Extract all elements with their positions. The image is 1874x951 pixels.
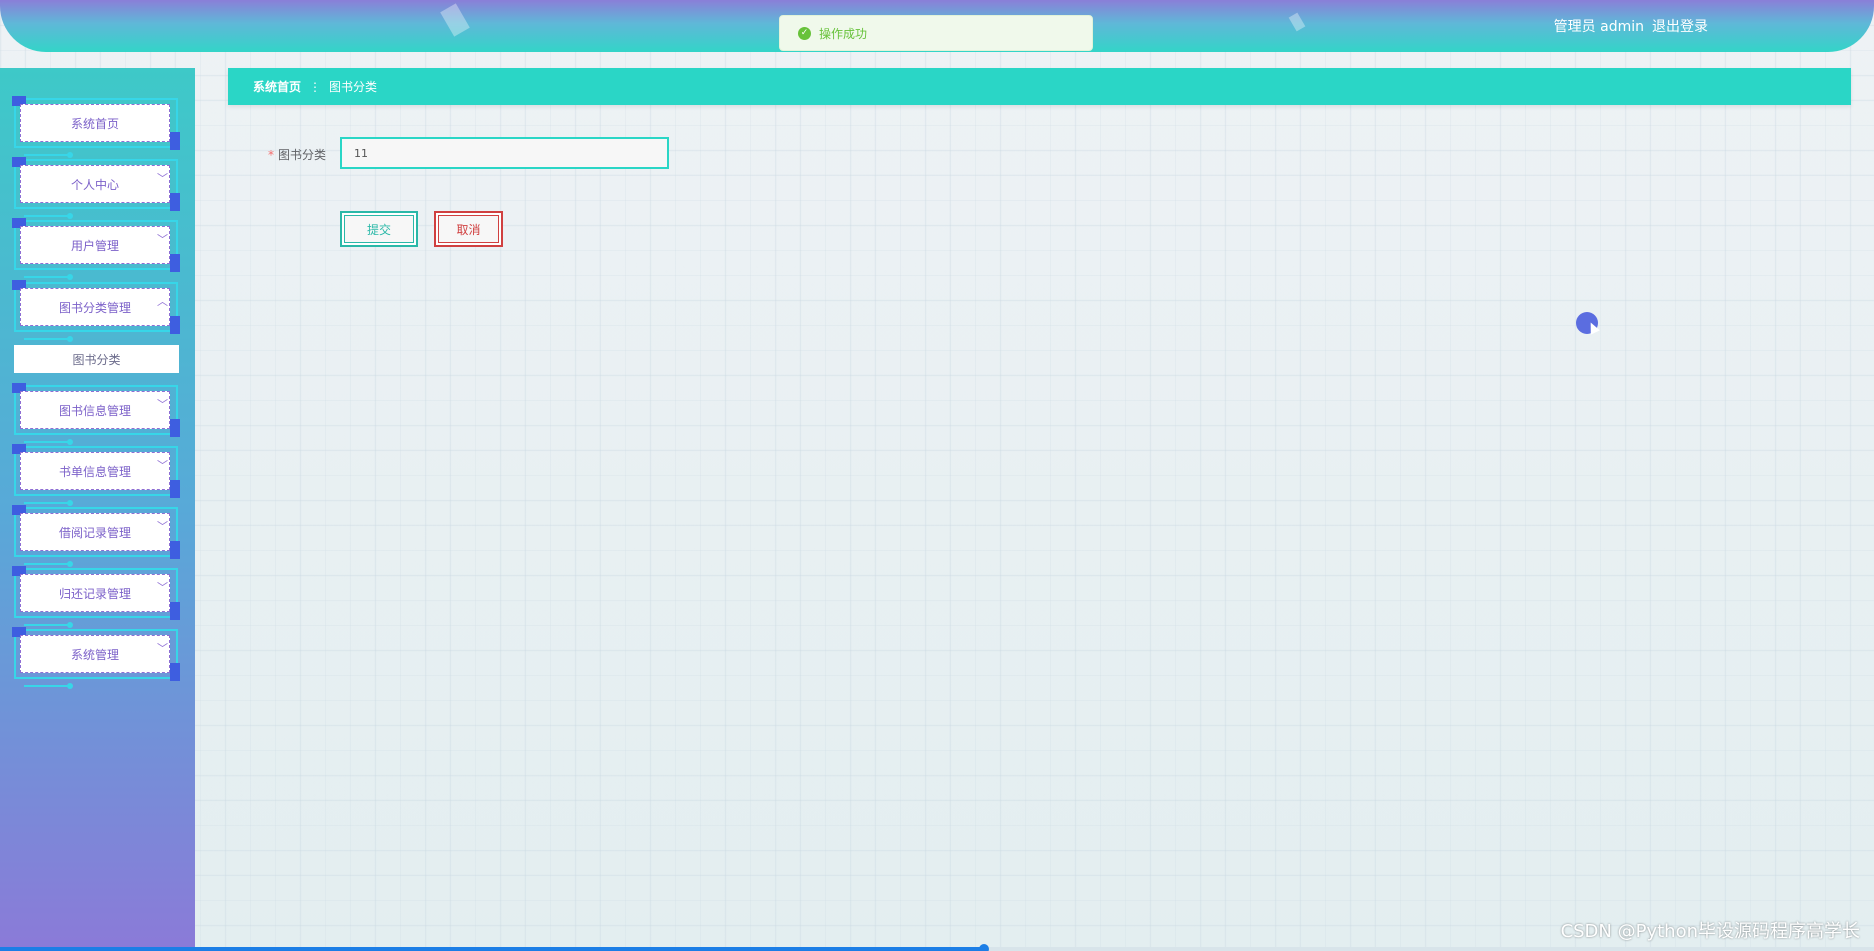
sidebar-item-label: 个人中心: [70, 177, 119, 192]
logout-link[interactable]: 退出登录: [1652, 16, 1708, 36]
sidebar-item-profile[interactable]: 个人中心 ﹀: [12, 157, 180, 219]
sidebar-item-users[interactable]: 用户管理 ﹀: [12, 218, 180, 280]
sidebar-item-label: 图书信息管理: [58, 403, 131, 418]
sidebar-item-borrow-records[interactable]: 借阅记录管理 ﹀: [12, 505, 180, 567]
sidebar-item-system-mgmt[interactable]: 系统管理 ﹀: [12, 627, 180, 689]
header-decoration: [1288, 12, 1306, 32]
sidebar-subitem-book-category[interactable]: 图书分类: [14, 345, 179, 373]
page-progress-bar: [0, 947, 984, 951]
chevron-down-icon: ﹀: [157, 459, 168, 472]
breadcrumb: 系统首页 ⋮ 图书分类: [228, 68, 1851, 105]
user-area: 管理员 admin 退出登录: [1554, 16, 1708, 36]
sidebar-item-book-info-mgmt[interactable]: 图书信息管理 ﹀: [12, 383, 180, 445]
chevron-down-icon: ﹀: [157, 398, 168, 411]
chevron-down-icon: ﹀: [157, 520, 168, 533]
chevron-down-icon: ﹀: [157, 581, 168, 594]
sidebar-item-return-records[interactable]: 归还记录管理 ﹀: [12, 566, 180, 628]
sidebar-item-label: 用户管理: [70, 238, 119, 253]
sidebar-item-label: 系统首页: [70, 116, 119, 131]
sidebar-item-label: 书单信息管理: [58, 464, 131, 479]
header-decoration: [440, 3, 470, 37]
current-user-label: 管理员 admin: [1553, 19, 1644, 35]
submit-button[interactable]: 提交: [340, 211, 418, 247]
sidebar-item-home[interactable]: 系统首页: [12, 96, 180, 158]
sidebar-item-label: 借阅记录管理: [58, 525, 131, 540]
cancel-button[interactable]: 取消: [434, 211, 503, 247]
toast-message: 操作成功: [819, 26, 868, 41]
sidebar-item-label: 图书分类管理: [58, 300, 131, 315]
breadcrumb-current: 图书分类: [329, 80, 378, 94]
breadcrumb-home[interactable]: 系统首页: [253, 78, 301, 95]
breadcrumb-separator: ⋮: [309, 79, 322, 94]
chevron-down-icon: ﹀: [157, 172, 168, 185]
watermark: CSDN @Python毕设源码程序高学长: [1560, 921, 1860, 942]
required-mark: *: [268, 148, 274, 162]
book-category-label-text: 图书分类: [278, 148, 327, 162]
chevron-down-icon: ﹀: [157, 642, 168, 655]
chevron-up-icon: ︿: [157, 295, 168, 308]
page-progress-knob[interactable]: [978, 944, 989, 951]
check-circle-icon: ✓: [798, 26, 811, 40]
sidebar-item-label: 系统管理: [70, 647, 119, 662]
success-toast: ✓ 操作成功: [779, 15, 1093, 51]
sidebar-item-book-category-mgmt[interactable]: 图书分类管理 ︿: [12, 280, 180, 342]
chevron-down-icon: ﹀: [157, 233, 168, 246]
sidebar-item-label: 归还记录管理: [58, 586, 131, 601]
book-category-input[interactable]: [340, 137, 669, 169]
sidebar-item-booklist-mgmt[interactable]: 书单信息管理 ﹀: [12, 444, 180, 506]
book-category-label: * 图书分类: [268, 146, 326, 163]
